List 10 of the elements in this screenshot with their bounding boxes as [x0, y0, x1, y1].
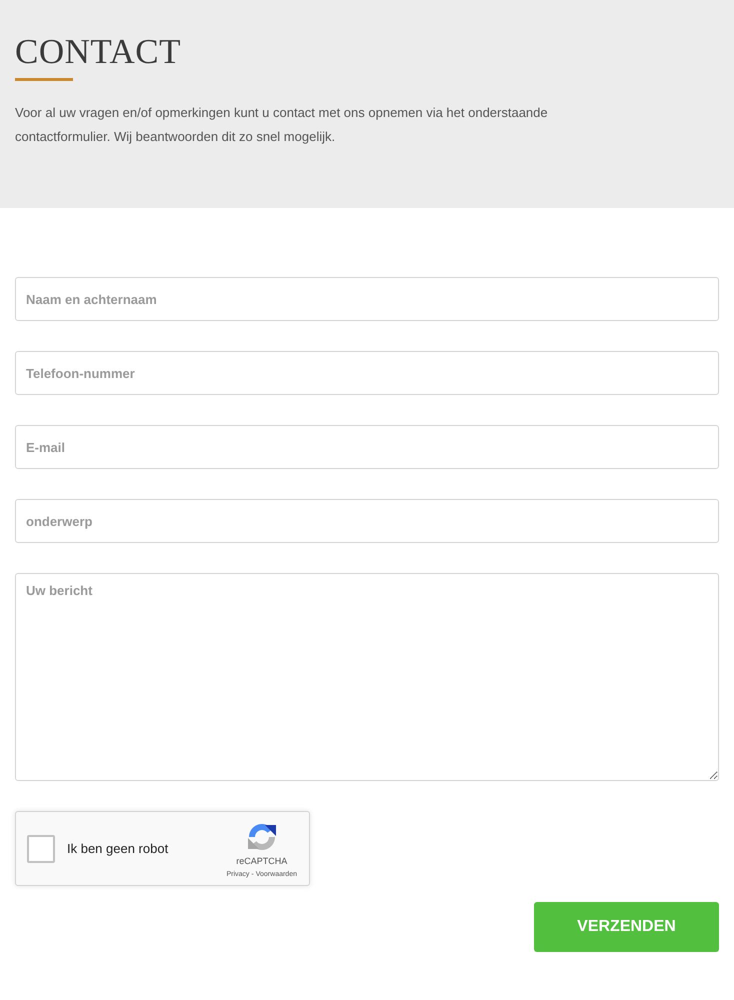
input-field[interactable]: Telefoon-nummer: [15, 351, 719, 395]
page-title: CONTACT: [15, 32, 181, 72]
captcha-checkbox[interactable]: [27, 834, 55, 862]
input-field[interactable]: E-mail: [15, 425, 719, 469]
captcha-label: Ik ben geen robot: [67, 840, 168, 858]
captcha-brand: reCAPTCHA: [236, 856, 288, 866]
input-field[interactable]: Naam en achternaam: [15, 277, 719, 321]
intro-text: Voor al uw vragen en/of opmerkingen kunt u contact met ons opnemen via het onderstaande contactformulier. Wij beantwoorden dit zo snel mogelijk.: [15, 104, 549, 146]
message-field[interactable]: Uw bericht: [15, 573, 719, 781]
input-field[interactable]: onderwerp: [15, 499, 719, 543]
